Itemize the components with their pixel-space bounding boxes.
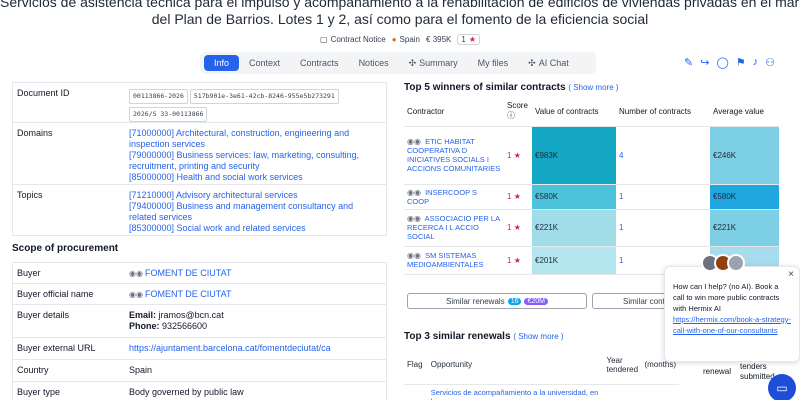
doc-code: 2026/S 33-00113866	[129, 107, 208, 122]
tab-contracts[interactable]: Contracts	[290, 55, 349, 71]
official-name-row: Buyer official name ◉◉ FOMENT DE CIUTAT	[13, 284, 386, 305]
average-value-cell: €246K	[710, 126, 779, 185]
page-title: Servicios de asistencia técnica para el …	[0, 0, 800, 27]
document-id-row: Document ID 00113866-2026 517b901e-3e61-4…	[13, 83, 386, 123]
info-panel: Document ID 00113866-2026 517b901e-3e61-4…	[12, 82, 387, 236]
average-value-cell: €221K	[710, 209, 779, 247]
scope-panel: Buyer ◉◉ FOMENT DE CIUTAT Buyer official …	[12, 262, 387, 400]
sparkle-icon: ✣	[408, 57, 417, 68]
contract-value-cell: €201K	[532, 246, 616, 275]
tab-my-files[interactable]: My files	[468, 55, 519, 71]
url-row: Buyer external URL https://ajuntament.ba…	[13, 338, 386, 360]
contract-value-cell: €983K	[532, 126, 616, 185]
buyer-type-row: Buyer type Body governed by public law	[17, 387, 244, 397]
chat-bubble-icon: ▭	[776, 381, 788, 395]
chat-launcher-button[interactable]: ▭	[768, 374, 796, 400]
tab-bar: Info Context Contracts Notices ✣ Summary …	[200, 52, 596, 74]
company-icon: ◉◉	[407, 137, 421, 146]
star-icon: ★	[468, 35, 476, 44]
star-icon: ★	[513, 192, 521, 201]
tab-ai-chat[interactable]: ✣ AI Chat	[518, 55, 579, 72]
contract-count-cell: 4	[616, 126, 710, 185]
contract-count-cell: 1	[616, 184, 710, 210]
topic-link[interactable]: [79400000] Business and management consu…	[129, 201, 382, 223]
country-chip: ● Spain	[391, 35, 421, 44]
tenders-header: tenders submitted	[740, 362, 775, 381]
star-icon: ★	[513, 255, 521, 265]
similar-renewals-button[interactable]: Similar renewals 16 €20M	[407, 293, 587, 309]
star-icon: ★	[513, 150, 521, 160]
company-icon: ◉◉	[407, 214, 421, 223]
contract-value-cell: €580K	[532, 184, 616, 210]
flag-icon: ●	[391, 35, 397, 44]
phone-value: 932566600	[162, 321, 208, 331]
renewals-title: Top 3 similar renewals ( Show more )	[404, 331, 564, 342]
table-row[interactable]: ◉◉ INSERCOOP S COOP 1 ★ €580K 1 €580K	[404, 184, 779, 210]
agent-avatars	[701, 254, 745, 272]
renewal-header: renewal	[703, 367, 732, 376]
winners-table: Contractor Score ⓘ Value of contracts Num…	[404, 97, 779, 275]
value-chip: € 395K	[426, 35, 452, 44]
company-icon: ◉◉	[407, 187, 421, 197]
chat-message: How can I help? (no AI). Book a call to …	[673, 282, 780, 313]
sparkle-icon: ✣	[528, 57, 536, 68]
document-icon: ▢	[320, 35, 328, 44]
star-icon: ★	[513, 223, 521, 232]
table-row[interactable]: ◉◉ ASSOCIACIO PER LA RECERCA I L ACCIO S…	[404, 209, 779, 247]
info-icon: ⓘ	[507, 111, 515, 121]
flag-icon[interactable]: ⚑	[736, 56, 746, 69]
domain-link[interactable]: [79000000] Business services: law, marke…	[129, 150, 382, 172]
renewals-count-badge: 16	[507, 297, 522, 305]
contract-count-cell: 1	[616, 209, 710, 247]
doc-code: 00113866-2026	[129, 89, 188, 104]
topic-link[interactable]: [85300000] Social work and related servi…	[129, 223, 382, 234]
buyer-icon: ◉◉	[129, 269, 143, 278]
meta-bar: ▢ Contract Notice ● Spain € 395K 1 ★	[0, 34, 800, 45]
winners-title: Top 5 winners of similar contracts ( Sho…	[404, 82, 619, 93]
edit-icon[interactable]: ✎	[684, 56, 693, 69]
action-icons: ✎ ↪ ◯ ⚑ ♪ ⚇	[684, 56, 775, 69]
topics-row: Topics [71210000] Advisory architectural…	[13, 185, 386, 235]
table-row[interactable]: Servicios de acompañamiento a la univers…	[404, 384, 679, 400]
tab-summary[interactable]: ✣ Summary	[399, 55, 468, 72]
close-icon[interactable]: ×	[788, 269, 794, 280]
renewals-table: Flag Opportunity Year tendered (months) …	[404, 346, 679, 400]
buyer-details-row: Buyer details Email: jramos@bcn.cat Phon…	[13, 305, 386, 338]
notice-chip: ▢ Contract Notice	[320, 35, 386, 44]
domain-link[interactable]: [85000000] Health and social work servic…	[129, 172, 382, 183]
domains-row: Domains [71000000] Architectural, constr…	[13, 123, 386, 185]
comment-icon[interactable]: ◯	[716, 56, 728, 69]
buyer-row: Buyer ◉◉ FOMENT DE CIUTAT	[13, 263, 386, 284]
booking-link[interactable]: https://hermix.com/book-a-strategy-call-…	[673, 315, 791, 335]
topic-link[interactable]: [71210000] Advisory architectural servic…	[129, 190, 382, 201]
official-name-link[interactable]: FOMENT DE CIUTAT	[145, 289, 232, 299]
share-icon[interactable]: ↪	[700, 56, 709, 69]
renewals-show-more[interactable]: ( Show more )	[513, 332, 563, 341]
avatar	[727, 254, 745, 272]
country-row: Country Spain	[13, 360, 386, 382]
tab-context[interactable]: Context	[239, 55, 290, 71]
average-value-cell: €580K	[710, 184, 779, 210]
email-value: jramos@bcn.cat	[158, 310, 224, 320]
winners-show-more[interactable]: ( Show more )	[568, 83, 618, 92]
contract-value-cell: €221K	[532, 209, 616, 247]
score-chip: 1 ★	[457, 34, 480, 45]
table-row[interactable]: ◉◉ ETIC HABITAT COOPERATIVA D INICIATIVE…	[404, 126, 779, 185]
add-user-icon[interactable]: ⚇	[765, 56, 775, 69]
tab-notices[interactable]: Notices	[349, 55, 399, 71]
opportunity-link[interactable]: Servicios de acompañamiento a la univers…	[428, 384, 604, 400]
scope-title: Scope of procurement	[12, 243, 119, 254]
doc-code: 517b901e-3e61-42cb-8246-955e5b273291	[189, 89, 339, 104]
renewals-amount-badge: €20M	[524, 297, 548, 305]
buyer-link[interactable]: FOMENT DE CIUTAT	[145, 268, 232, 278]
buyer-url-link[interactable]: https://ajuntament.barcelona.cat/fomentd…	[129, 343, 331, 353]
domain-link[interactable]: [71000000] Architectural, construction, …	[129, 128, 382, 150]
chat-popup: × How can I help? (no AI). Book a call t…	[664, 266, 800, 362]
bell-icon[interactable]: ♪	[753, 56, 759, 69]
tab-info[interactable]: Info	[204, 55, 240, 71]
similar-contracts-button[interactable]: Similar cont	[592, 293, 672, 309]
buyer-icon: ◉◉	[129, 290, 143, 299]
company-icon: ◉◉	[407, 251, 421, 260]
